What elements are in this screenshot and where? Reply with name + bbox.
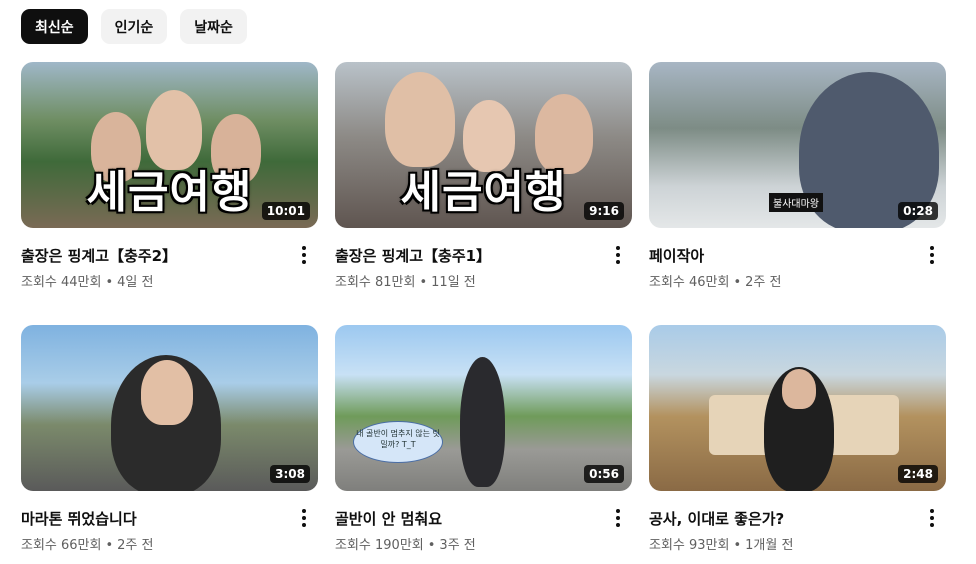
video-title[interactable]: 출장은 핑계고【충주2】	[21, 245, 177, 266]
thumbnail-caption: 불사대마왕	[769, 193, 823, 212]
video-card[interactable]: 세금여행 10:01 출장은 핑계고【충주2】 조회수 44만회 • 4일 전	[21, 62, 318, 290]
thumbnail-person	[782, 369, 816, 409]
meta-separator: •	[419, 275, 428, 290]
view-count: 조회수 81만회	[335, 275, 416, 290]
more-options-icon[interactable]	[608, 244, 628, 266]
chip-popular[interactable]: 인기순	[100, 9, 168, 44]
meta-separator: •	[427, 538, 436, 553]
duration-badge: 9:16	[584, 202, 624, 220]
video-meta: 조회수 66만회 • 2주 전	[21, 534, 153, 553]
view-count: 조회수 46만회	[649, 275, 730, 290]
chip-latest[interactable]: 최신순	[21, 9, 88, 44]
thumbnail-person	[385, 72, 455, 167]
filter-chips: 최신순 인기순 날짜순	[21, 9, 247, 44]
more-options-icon[interactable]	[922, 244, 942, 266]
video-meta: 조회수 81만회 • 11일 전	[335, 271, 476, 290]
upload-age: 2주 전	[117, 538, 154, 553]
upload-age: 4일 전	[117, 275, 154, 290]
view-count: 조회수 66만회	[21, 538, 102, 553]
upload-age: 3주 전	[439, 538, 476, 553]
video-card[interactable]: 3:08 마라톤 뛰었습니다 조회수 66만회 • 2주 전	[21, 325, 318, 553]
video-meta: 조회수 44만회 • 4일 전	[21, 271, 153, 290]
video-meta: 조회수 93만회 • 1개월 전	[649, 534, 793, 553]
video-thumbnail[interactable]: 내 골반이 멈추지 않는 팃밀까? T_T 0:56	[335, 325, 632, 491]
view-count: 조회수 93만회	[649, 538, 730, 553]
meta-separator: •	[733, 275, 742, 290]
thumbnail-person	[460, 357, 505, 487]
meta-separator: •	[105, 538, 114, 553]
upload-age: 11일 전	[431, 275, 476, 290]
video-meta: 조회수 190만회 • 3주 전	[335, 534, 476, 553]
chip-date[interactable]: 날짜순	[180, 9, 247, 44]
more-options-icon[interactable]	[294, 507, 314, 529]
video-title[interactable]: 마라톤 뛰었습니다	[21, 508, 137, 529]
duration-badge: 3:08	[270, 465, 310, 483]
video-thumbnail[interactable]: 세금여행 9:16	[335, 62, 632, 228]
video-thumbnail[interactable]: 불사대마왕 0:28	[649, 62, 946, 228]
video-card[interactable]: 2:48 공사, 이대로 좋은가? 조회수 93만회 • 1개월 전	[649, 325, 946, 553]
duration-badge: 0:56	[584, 465, 624, 483]
video-meta: 조회수 46만회 • 2주 전	[649, 271, 781, 290]
upload-age: 2주 전	[745, 275, 782, 290]
thumbnail-person	[141, 360, 193, 425]
duration-badge: 10:01	[261, 202, 310, 220]
video-title[interactable]: 출장은 핑계고【충주1】	[335, 245, 491, 266]
video-thumbnail[interactable]: 세금여행 10:01	[21, 62, 318, 228]
video-title[interactable]: 페이작아	[649, 245, 704, 266]
video-thumbnail[interactable]: 3:08	[21, 325, 318, 491]
speech-bubble: 내 골반이 멈추지 않는 팃밀까? T_T	[353, 421, 443, 463]
upload-age: 1개월 전	[745, 538, 794, 553]
view-count: 조회수 44만회	[21, 275, 102, 290]
duration-badge: 0:28	[898, 202, 938, 220]
meta-separator: •	[105, 275, 114, 290]
video-title[interactable]: 공사, 이대로 좋은가?	[649, 508, 784, 529]
video-card[interactable]: 세금여행 9:16 출장은 핑계고【충주1】 조회수 81만회 • 11일 전	[335, 62, 632, 290]
video-card[interactable]: 불사대마왕 0:28 페이작아 조회수 46만회 • 2주 전	[649, 62, 946, 290]
more-options-icon[interactable]	[608, 507, 628, 529]
more-options-icon[interactable]	[294, 244, 314, 266]
meta-separator: •	[733, 538, 742, 553]
more-options-icon[interactable]	[922, 507, 942, 529]
video-title[interactable]: 골반이 안 멈춰요	[335, 508, 442, 529]
view-count: 조회수 190만회	[335, 538, 424, 553]
video-card[interactable]: 내 골반이 멈추지 않는 팃밀까? T_T 0:56 골반이 안 멈춰요 조회수…	[335, 325, 632, 553]
video-thumbnail[interactable]: 2:48	[649, 325, 946, 491]
duration-badge: 2:48	[898, 465, 938, 483]
